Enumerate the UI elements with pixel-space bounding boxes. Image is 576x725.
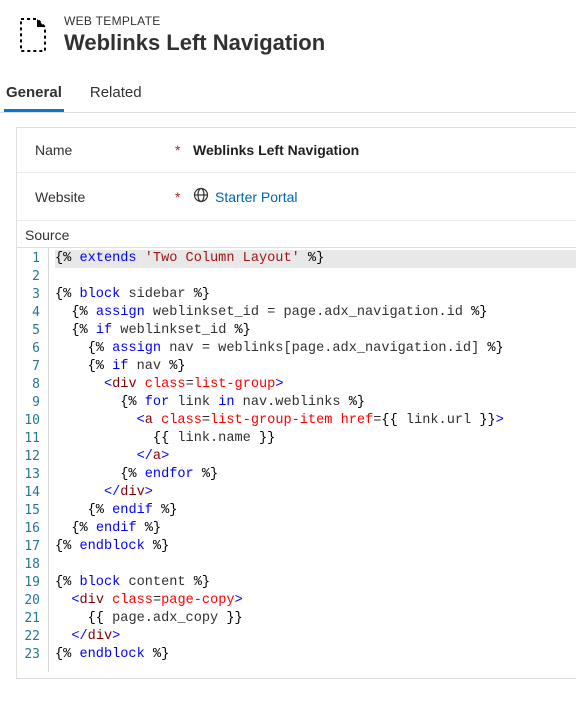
tab-list: General Related: [0, 74, 576, 113]
entity-label: WEB TEMPLATE: [64, 14, 325, 28]
required-marker: *: [175, 142, 183, 158]
field-website: Website * Starter Portal: [17, 173, 576, 221]
line-gutter: 1234567891011121314151617181920212223: [17, 248, 49, 672]
required-marker: *: [175, 189, 183, 205]
field-website-label: Website: [35, 189, 175, 205]
field-website-value[interactable]: Starter Portal: [215, 189, 297, 205]
field-name-value[interactable]: Weblinks Left Navigation: [193, 142, 359, 158]
source-editor[interactable]: 1234567891011121314151617181920212223 {%…: [17, 247, 576, 672]
page-title: Weblinks Left Navigation: [64, 30, 325, 56]
tab-related[interactable]: Related: [88, 74, 144, 112]
globe-icon: [193, 187, 209, 206]
template-icon: [18, 16, 50, 54]
page-header: WEB TEMPLATE Weblinks Left Navigation: [0, 0, 576, 66]
source-label: Source: [17, 221, 576, 247]
tab-general[interactable]: General: [4, 74, 64, 112]
code-content[interactable]: {% extends 'Two Column Layout' %} {% blo…: [49, 248, 576, 672]
field-name: Name * Weblinks Left Navigation: [17, 128, 576, 173]
field-name-label: Name: [35, 142, 175, 158]
form-panel: Name * Weblinks Left Navigation Website …: [16, 127, 576, 679]
